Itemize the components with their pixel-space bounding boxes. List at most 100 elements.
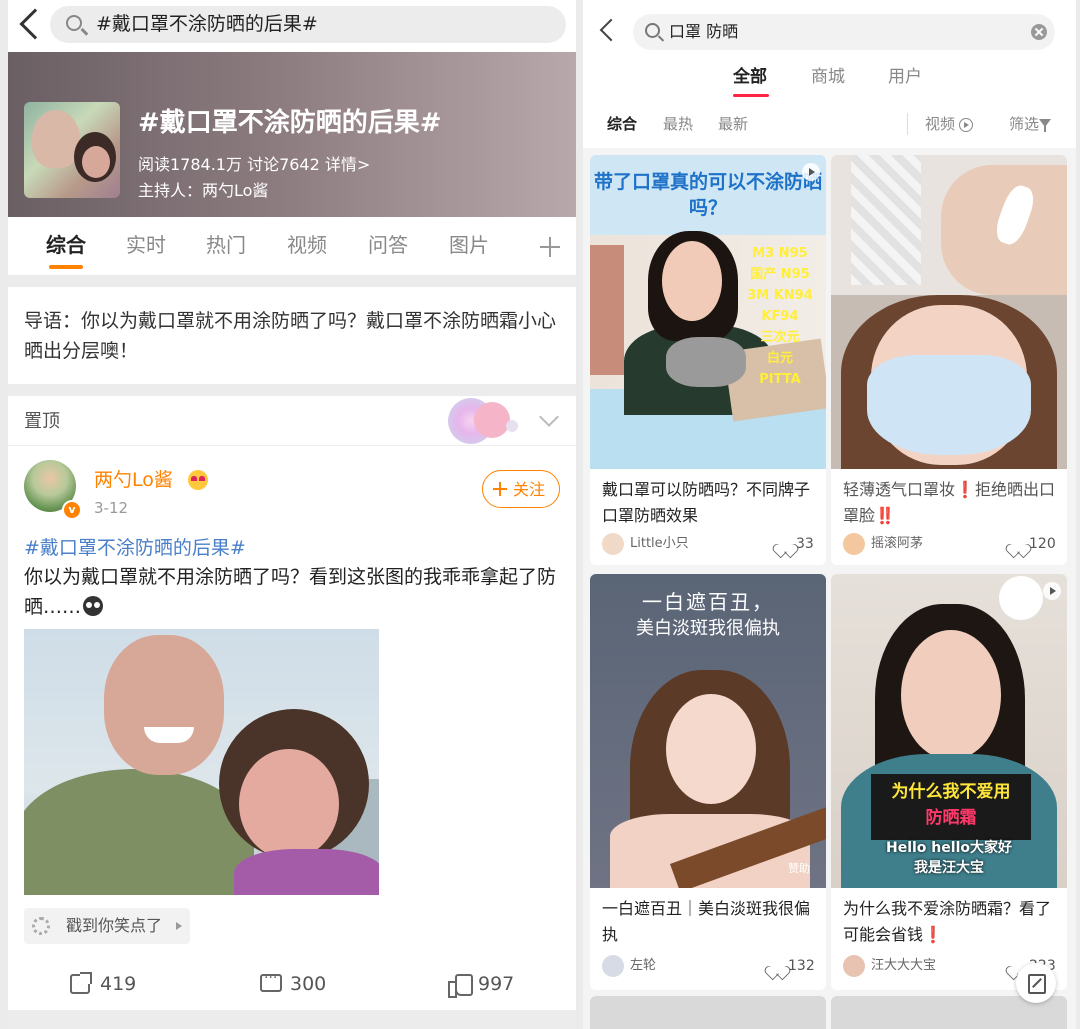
- chevron-down-icon[interactable]: [539, 407, 559, 427]
- note-cover[interactable]: 为什么我不爱用 防晒霜 Hello hello大家好 我是汪大宝: [831, 574, 1067, 888]
- filter-hottest[interactable]: 最热: [663, 113, 693, 135]
- source-chip-label: 戳到你笑点了: [66, 916, 163, 935]
- cover-box-line-1: 为什么我不爱用: [891, 782, 1011, 802]
- post-date: 3-12: [94, 499, 129, 517]
- post-action-bar: 419 300 997: [8, 960, 576, 1010]
- note-card[interactable]: 为什么我不爱用 防晒霜 Hello hello大家好 我是汪大宝 为什么我不爱涂…: [831, 574, 1067, 990]
- post-photo[interactable]: [24, 629, 379, 895]
- section-divider: [8, 1010, 576, 1029]
- like-count: 997: [478, 973, 515, 995]
- topic-title: #戴口罩不涂防晒的后果#: [138, 108, 442, 138]
- video-play-icon: [802, 163, 820, 181]
- pinned-label: 置顶: [24, 411, 60, 432]
- pixelated-product: [851, 155, 921, 285]
- note-author[interactable]: 汪大大大宝: [871, 955, 936, 977]
- sponsored-label: 赞助: [788, 862, 810, 875]
- active-tab-indicator: [49, 265, 83, 269]
- xhs-header: 口罩 防晒 全部 商城 用户 综合 最热 最新 视频 筛选: [583, 0, 1076, 148]
- pinned-row: 置顶: [8, 398, 576, 446]
- active-tab-indicator: [733, 94, 769, 97]
- note-title[interactable]: 为什么我不爱涂防晒霜？看了可能会省钱❗: [843, 896, 1055, 948]
- topic-host[interactable]: 主持人：两勺Lo酱: [138, 180, 268, 202]
- cover-heading: 带了口罩真的可以不涂防晒吗？: [593, 171, 822, 219]
- tab-realtime[interactable]: 实时: [126, 231, 166, 259]
- heart-eyes-emoji-icon: [188, 470, 208, 490]
- note-title[interactable]: 一白遮百丑｜美白淡斑我很偏执: [602, 896, 814, 948]
- xhs-search-box[interactable]: 口罩 防晒: [633, 14, 1055, 50]
- xhs-search-query[interactable]: 口罩 防晒: [669, 20, 738, 44]
- topic-thumbnail: [24, 102, 120, 198]
- heart-icon[interactable]: [1011, 538, 1025, 551]
- comment-icon: [260, 970, 282, 992]
- tab-comprehensive[interactable]: 综合: [46, 231, 86, 259]
- note-author[interactable]: 摇滚阿茅: [871, 533, 923, 555]
- note-card[interactable]: [590, 996, 826, 1029]
- thumbs-up-icon: [448, 972, 473, 998]
- tab-qa[interactable]: 问答: [368, 231, 408, 259]
- weibo-search-query[interactable]: #戴口罩不涂防晒的后果#: [96, 11, 318, 37]
- note-title[interactable]: 戴口罩可以防晒吗？不同牌子口罩防晒效果: [602, 477, 814, 529]
- weibo-topic-screen: #戴口罩不涂防晒的后果# #戴口罩不涂防晒的后果# 阅读1784.1万 讨论76…: [8, 0, 576, 1029]
- note-author[interactable]: Little小只: [630, 533, 689, 555]
- section-divider: [8, 275, 576, 287]
- avatar[interactable]: [843, 955, 865, 977]
- heart-icon[interactable]: [770, 960, 784, 973]
- plus-icon[interactable]: [540, 237, 560, 257]
- note-card[interactable]: 一白遮百丑， 美白淡斑我很偏执 赞助 一白遮百丑｜美白淡斑我很偏执 左轮 132: [590, 574, 826, 990]
- topic-stats[interactable]: 阅读1784.1万 讨论7642 详情>: [138, 154, 370, 176]
- post-hashtag-link[interactable]: #戴口罩不涂防晒的后果#: [24, 534, 246, 562]
- tab-users[interactable]: 用户: [888, 64, 922, 90]
- comment-count: 300: [290, 973, 327, 995]
- note-card[interactable]: 轻薄透气口罩妆❗拒绝晒出口罩脸‼️ 摇滚阿茅 120: [831, 155, 1067, 565]
- play-circle-icon: [959, 118, 973, 132]
- xhs-search-screen: 口罩 防晒 全部 商城 用户 综合 最热 最新 视频 筛选 带了口罩真的可以不涂…: [583, 0, 1076, 1029]
- avatar[interactable]: [602, 955, 624, 977]
- share-count: 419: [100, 973, 137, 995]
- heart-icon[interactable]: [778, 538, 792, 551]
- note-cover[interactable]: 一白遮百丑， 美白淡斑我很偏执 赞助: [590, 574, 826, 888]
- search-icon: [645, 23, 660, 38]
- funnel-icon: [1039, 119, 1051, 132]
- like-count: 33: [796, 536, 814, 552]
- tab-hot[interactable]: 热门: [206, 231, 246, 259]
- filter-screen[interactable]: 筛选: [1009, 113, 1039, 135]
- cover-subtitle-2: 我是汪大宝: [914, 860, 984, 876]
- back-icon[interactable]: [19, 8, 51, 40]
- weibo-tab-bar: 综合 实时 热门 视频 问答 图片: [8, 217, 576, 275]
- avatar[interactable]: [602, 533, 624, 555]
- tab-all[interactable]: 全部: [733, 64, 767, 90]
- note-cover[interactable]: 带了口罩真的可以不涂防晒吗？ M3 N95 国产 N95 3M KN94 KF9…: [590, 155, 826, 469]
- back-icon[interactable]: [599, 18, 623, 42]
- tab-video[interactable]: 视频: [287, 231, 327, 259]
- note-title[interactable]: 轻薄透气口罩妆❗拒绝晒出口罩脸‼️: [843, 477, 1055, 529]
- filter-divider: [907, 113, 908, 135]
- note-card[interactable]: 带了口罩真的可以不涂防晒吗？ M3 N95 国产 N95 3M KN94 KF9…: [590, 155, 826, 565]
- share-icon: [70, 972, 92, 994]
- note-cover[interactable]: [831, 155, 1067, 469]
- post-text-content: 你以为戴口罩就不用涂防晒了吗？看到这张图的我乖乖拿起了防晒……: [24, 566, 557, 618]
- source-chip[interactable]: 戳到你笑点了: [24, 908, 190, 944]
- cover-mask-list: M3 N95 国产 N95 3M KN94 KF94 三次元 白元 PITTA: [747, 246, 813, 387]
- cover-line-1: 一白遮百丑，: [642, 590, 774, 614]
- cover-line-2: 美白淡斑我很偏执: [636, 618, 780, 639]
- avatar[interactable]: [843, 533, 865, 555]
- weibo-search-box[interactable]: #戴口罩不涂防晒的后果#: [50, 6, 566, 43]
- weibo-top-bar: #戴口罩不涂防晒的后果#: [8, 0, 576, 50]
- eyes-emoji-icon: [83, 596, 104, 616]
- tab-mall[interactable]: 商城: [811, 64, 845, 90]
- edit-note-icon[interactable]: [1016, 963, 1056, 1003]
- filter-latest[interactable]: 最新: [718, 113, 748, 135]
- note-author[interactable]: 左轮: [630, 955, 656, 977]
- follow-button[interactable]: 关注: [482, 470, 560, 508]
- clear-icon[interactable]: [1031, 24, 1047, 40]
- topic-intro: 导语：你以为戴口罩就不用涂防晒了吗？戴口罩不涂防晒霜小心晒出分层噢！: [24, 310, 557, 362]
- follow-label: 关注: [513, 479, 546, 499]
- post-author[interactable]: 两勺Lo酱: [94, 467, 173, 493]
- jigglypuff-sticker-icon: [448, 398, 520, 444]
- search-icon: [66, 15, 82, 31]
- verified-badge-icon: v: [62, 500, 82, 520]
- filter-video[interactable]: 视频: [925, 113, 955, 135]
- tab-images[interactable]: 图片: [449, 231, 489, 259]
- filter-comprehensive[interactable]: 综合: [607, 113, 637, 135]
- chevron-right-icon: [176, 922, 182, 930]
